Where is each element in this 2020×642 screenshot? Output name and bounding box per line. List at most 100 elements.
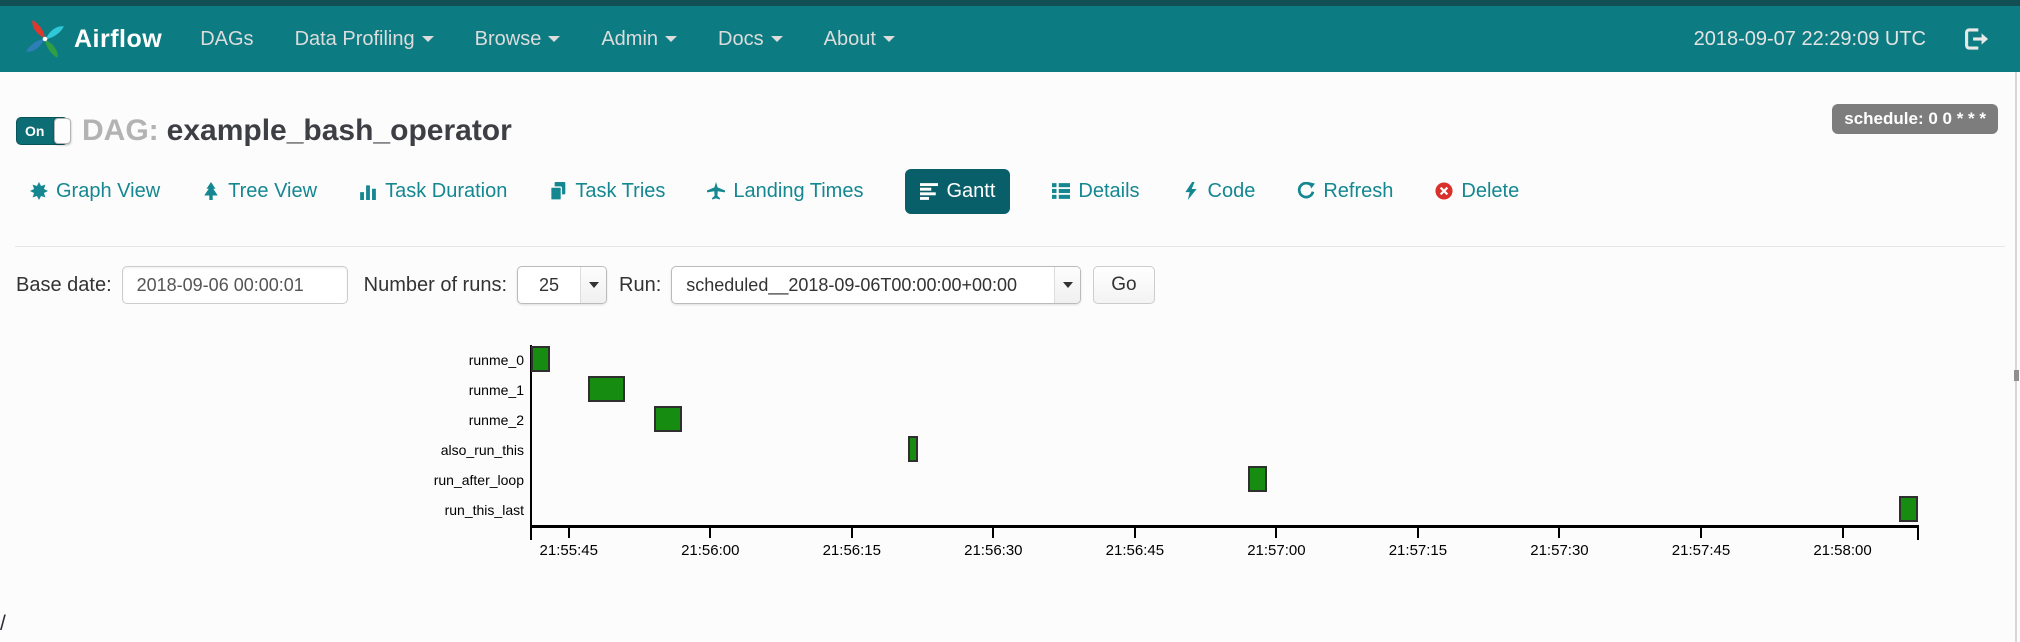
task-label: also_run_this	[440, 442, 524, 458]
top-navbar: Airflow DAGs Data Profiling Browse Admin…	[0, 0, 2020, 72]
task-label: run_this_last	[444, 502, 524, 518]
schedule-badge: schedule: 0 0 * * *	[1832, 104, 1998, 134]
nav-item-label: Docs	[718, 27, 764, 50]
x-axis-tick-label: 21:56:45	[1105, 542, 1165, 559]
tab-refresh[interactable]: Refresh	[1297, 180, 1393, 203]
tab-delete[interactable]: Delete	[1435, 180, 1519, 203]
nav-item-about[interactable]: About	[824, 28, 895, 51]
x-axis-tick	[567, 528, 570, 538]
caret-down-icon	[580, 267, 607, 303]
nav-item-label: Admin	[601, 27, 659, 50]
tab-code[interactable]: Code	[1182, 179, 1256, 203]
num-runs-label: Number of runs:	[363, 273, 508, 296]
utc-clock: 2018-09-07 22:29:09 UTC	[1693, 27, 1926, 50]
caret-down-icon	[882, 36, 895, 43]
gantt-bar[interactable]	[908, 436, 918, 462]
list-icon	[1052, 183, 1071, 199]
tab-gantt[interactable]: Gantt	[905, 168, 1011, 214]
tab-details[interactable]: Details	[1052, 179, 1140, 203]
gantt-bar[interactable]	[1899, 496, 1918, 522]
x-axis-tick	[992, 528, 995, 538]
y-axis-line	[530, 345, 532, 525]
page-title: DAG: example_bash_operator	[82, 114, 512, 148]
nav-item-admin[interactable]: Admin	[601, 27, 678, 51]
refresh-icon	[1298, 182, 1316, 199]
gantt-bar[interactable]	[653, 406, 682, 432]
tab-task-duration[interactable]: Task Duration	[359, 180, 507, 203]
toggle-on-label: On	[25, 123, 45, 139]
run-select[interactable]: scheduled__2018-09-06T00:00:00+00:00	[671, 266, 1082, 304]
dag-pause-toggle[interactable]: On	[16, 117, 71, 145]
caret-down-icon	[548, 36, 561, 43]
bar-chart-icon	[360, 185, 376, 200]
x-axis-tick	[709, 528, 712, 538]
gantt-bar[interactable]	[587, 376, 626, 402]
tab-graph-view[interactable]: Graph View	[30, 180, 160, 203]
x-axis-tick	[1416, 528, 1419, 538]
toggle-handle[interactable]	[54, 118, 71, 144]
brand-name[interactable]: Airflow	[74, 25, 162, 54]
x-axis-tick	[1275, 528, 1278, 538]
tab-label: Delete	[1461, 179, 1520, 202]
x-axis-tick	[1558, 528, 1561, 538]
x-axis-line	[530, 525, 1919, 528]
gantt-bar[interactable]	[531, 346, 550, 372]
gantt-chart: 21:55:45 21:56:00 21:56:15 21:56:30 21:56:45…	[0, 330, 2020, 580]
nav-item-dags[interactable]: DAGs	[200, 28, 253, 51]
num-runs-value: 25	[539, 274, 560, 295]
gantt-bar[interactable]	[1248, 466, 1267, 492]
x-axis-tick-label: 21:57:00	[1247, 542, 1306, 559]
tab-label: Graph View	[56, 179, 161, 202]
task-label: runme_0	[468, 352, 524, 368]
x-axis-tick	[1133, 528, 1136, 538]
x-axis-tick-label: 21:56:30	[964, 542, 1023, 559]
tab-label: Gantt	[946, 179, 996, 202]
view-tabs: Graph View Tree View Task Duration Task …	[30, 166, 1561, 216]
tab-task-tries[interactable]: Task Tries	[549, 180, 665, 203]
x-axis-tick-label: 21:58:00	[1813, 542, 1872, 559]
nav-item-label: About	[823, 27, 876, 50]
sign-out-icon[interactable]	[1964, 26, 1990, 52]
nav-item-label: Browse	[474, 27, 542, 50]
x-axis-tick-label: 21:56:15	[822, 542, 881, 559]
plane-icon	[707, 182, 726, 200]
num-runs-select[interactable]: 25	[517, 266, 608, 304]
run-value: scheduled__2018-09-06T00:00:00+00:00	[686, 274, 1018, 295]
airflow-gantt-page: Airflow DAGs Data Profiling Browse Admin…	[0, 0, 2020, 642]
nav-item-docs[interactable]: Docs	[718, 28, 783, 51]
nav-item-browse[interactable]: Browse	[475, 28, 561, 51]
airflow-pinwheel-logo[interactable]	[24, 18, 66, 60]
filter-form: Base date: Number of runs: 25 Run: sched…	[16, 266, 1155, 304]
nav-item-label: Data Profiling	[294, 27, 415, 50]
dag-header: On DAG: example_bash_operator	[16, 114, 512, 148]
run-label: Run:	[619, 273, 662, 296]
x-axis-tick-label: 21:55:45	[539, 542, 598, 559]
base-date-label: Base date:	[16, 273, 112, 296]
x-axis-tick-label: 21:56:00	[681, 542, 740, 559]
caret-down-icon	[770, 36, 783, 43]
tab-tree-view[interactable]: Tree View	[202, 180, 317, 203]
copy-icon	[550, 182, 566, 200]
tab-label: Code	[1207, 179, 1256, 202]
axis-end-tick	[530, 528, 532, 540]
axis-end-tick	[1917, 528, 1919, 540]
tab-label: Details	[1078, 179, 1140, 202]
divider	[15, 246, 2005, 247]
tab-label: Task Tries	[575, 179, 666, 202]
caret-down-icon	[1054, 267, 1081, 303]
nav-menu: DAGs Data Profiling Browse Admin Docs Ab…	[200, 28, 936, 51]
x-axis-tick	[850, 528, 853, 538]
tree-icon	[204, 182, 218, 200]
tab-label: Tree View	[228, 179, 318, 202]
scrollbar-thumb[interactable]	[2014, 370, 2019, 381]
burst-icon	[30, 182, 48, 200]
tab-landing-times[interactable]: Landing Times	[707, 180, 863, 203]
base-date-input[interactable]	[121, 266, 348, 304]
caret-down-icon	[665, 36, 678, 43]
task-label: runme_1	[468, 382, 524, 398]
nav-item-data-profiling[interactable]: Data Profiling	[295, 28, 434, 51]
tab-label: Refresh	[1323, 179, 1394, 202]
x-axis-tick-label: 21:57:45	[1671, 542, 1731, 559]
go-button[interactable]: Go	[1093, 266, 1155, 304]
tab-label: Landing Times	[733, 179, 864, 202]
